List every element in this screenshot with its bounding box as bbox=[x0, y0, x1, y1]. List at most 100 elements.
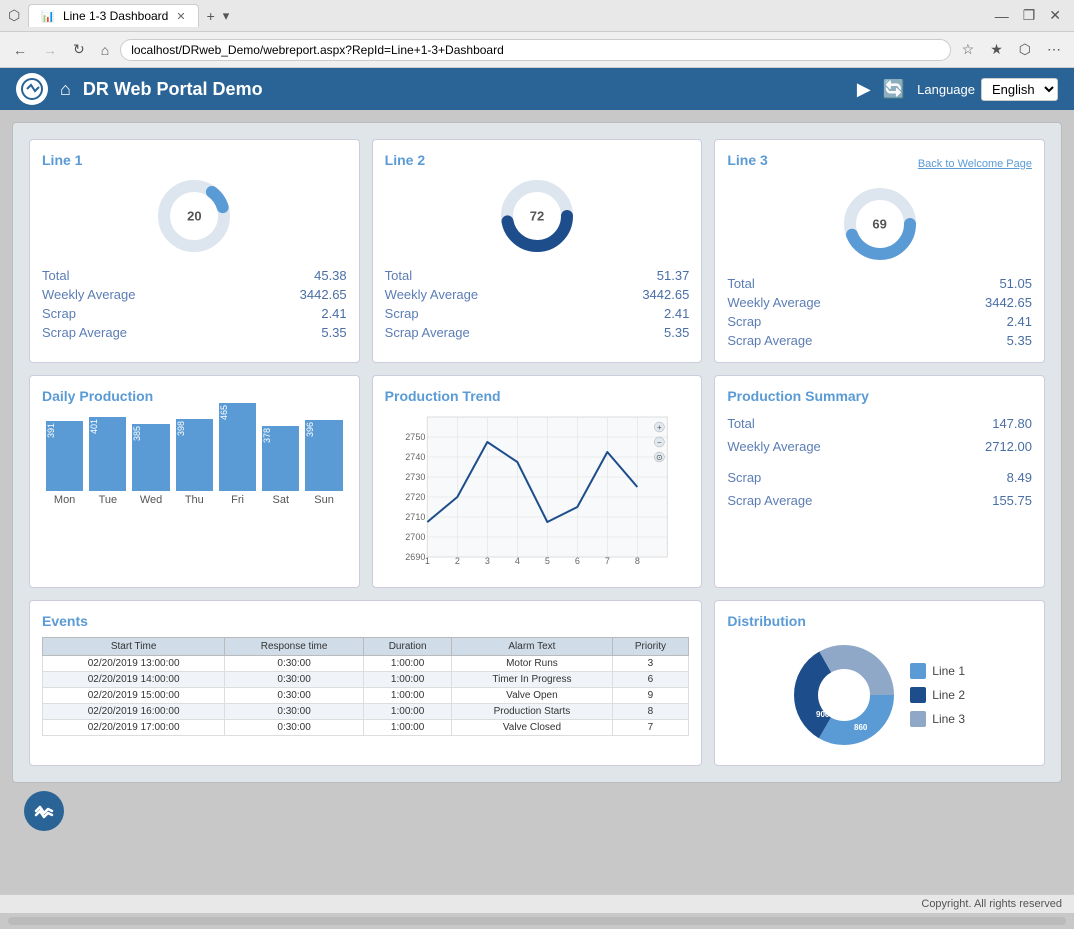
table-cell: 02/20/2019 15:00:00 bbox=[43, 688, 225, 704]
svg-text:6: 6 bbox=[574, 556, 579, 566]
table-cell: 6 bbox=[612, 672, 689, 688]
col-priority: Priority bbox=[612, 638, 689, 656]
close-button[interactable]: ✕ bbox=[1044, 5, 1066, 26]
bar-value-label: 396 bbox=[305, 422, 342, 439]
table-cell: 0:30:00 bbox=[225, 656, 364, 672]
bar: 401 bbox=[89, 417, 126, 491]
bar-wrapper: 385 Wed bbox=[132, 424, 169, 506]
bar-wrapper: 391 Mon bbox=[46, 421, 83, 506]
line1-donut-container: 20 bbox=[42, 176, 347, 256]
table-cell: 3 bbox=[612, 656, 689, 672]
bar-value-label: 391 bbox=[46, 423, 83, 440]
language-label: Language bbox=[917, 82, 975, 97]
language-select[interactable]: English bbox=[981, 78, 1058, 101]
svg-text:3: 3 bbox=[484, 556, 489, 566]
line2-donut: 72 bbox=[497, 176, 577, 256]
browser-tab[interactable]: 📊 Line 1-3 Dashboard ✕ bbox=[28, 4, 198, 27]
svg-text:1: 1 bbox=[424, 556, 429, 566]
home-button[interactable]: ⌂ bbox=[96, 40, 114, 60]
table-cell: 0:30:00 bbox=[225, 672, 364, 688]
bottom-logo bbox=[24, 791, 64, 831]
bar-day-label: Tue bbox=[99, 494, 118, 506]
horizontal-scrollbar[interactable] bbox=[0, 913, 1074, 929]
back-button[interactable]: ← bbox=[8, 40, 32, 60]
table-cell: 0:30:00 bbox=[225, 688, 364, 704]
table-cell: 1:00:00 bbox=[363, 720, 451, 736]
bar-value-label: 378 bbox=[262, 428, 299, 445]
back-to-welcome-link[interactable]: Back to Welcome Page bbox=[918, 158, 1032, 170]
restore-button[interactable]: ❐ bbox=[1018, 5, 1041, 26]
language-section: Language English bbox=[917, 78, 1058, 101]
legend-color-line1 bbox=[910, 663, 926, 679]
production-summary-stats: Total147.80 Weekly Average2712.00 Scrap8… bbox=[727, 412, 1032, 512]
line1-stats: Total45.38 Weekly Average3442.65 Scrap2.… bbox=[42, 266, 347, 342]
play-button[interactable]: ▶ bbox=[857, 79, 871, 100]
distribution-card: Distribution 900 860 bbox=[714, 600, 1045, 766]
bar: 385 bbox=[132, 424, 169, 491]
svg-text:2700: 2700 bbox=[405, 532, 425, 542]
table-cell: 02/20/2019 16:00:00 bbox=[43, 704, 225, 720]
svg-text:7: 7 bbox=[604, 556, 609, 566]
refresh-button[interactable]: ↻ bbox=[68, 39, 90, 60]
production-summary-title: Production Summary bbox=[727, 388, 1032, 404]
browser-toolbar: ← → ↻ ⌂ ☆ ★ ⬡ ⋯ bbox=[0, 32, 1074, 68]
line3-donut-container: 69 bbox=[727, 184, 1032, 264]
new-tab-button[interactable]: + bbox=[199, 4, 223, 28]
browser-footer: Copyright. All rights reserved bbox=[0, 894, 1074, 913]
daily-production-title: Daily Production bbox=[42, 388, 347, 404]
svg-text:2: 2 bbox=[454, 556, 459, 566]
line3-title: Line 3 bbox=[727, 152, 767, 168]
share-button[interactable]: ⬡ bbox=[1014, 39, 1036, 60]
header-refresh-button[interactable]: 🔄 bbox=[883, 79, 905, 100]
bar-value-label: 385 bbox=[132, 426, 169, 443]
production-trend-card: Production Trend 2750 2740 2730 27 bbox=[372, 375, 703, 588]
bookmark-button[interactable]: ☆ bbox=[957, 39, 980, 60]
bar-day-label: Wed bbox=[140, 494, 162, 506]
svg-text:860: 860 bbox=[854, 723, 868, 732]
legend-label-line2: Line 2 bbox=[932, 688, 965, 702]
svg-text:900: 900 bbox=[816, 710, 830, 719]
distribution-title: Distribution bbox=[727, 613, 1032, 629]
events-table: Start Time Response time Duration Alarm … bbox=[42, 637, 689, 736]
browser-titlebar: ⬡ 📊 Line 1-3 Dashboard ✕ + ▾ — ❐ ✕ bbox=[0, 0, 1074, 32]
bar: 391 bbox=[46, 421, 83, 491]
tab-favicon: 📊 bbox=[41, 10, 55, 23]
svg-text:2720: 2720 bbox=[405, 492, 425, 502]
distribution-legend: Line 1 Line 2 Line 3 bbox=[910, 663, 965, 727]
legend-line3: Line 3 bbox=[910, 711, 965, 727]
legend-label-line3: Line 3 bbox=[932, 712, 965, 726]
line3-donut: 69 bbox=[840, 184, 920, 264]
dashboard-container: Line 1 20 Total45.38 Weekly Average3442.… bbox=[12, 122, 1062, 783]
line2-title: Line 2 bbox=[385, 152, 690, 168]
svg-text:2690: 2690 bbox=[405, 552, 425, 562]
address-bar[interactable] bbox=[120, 39, 950, 61]
bar: 398 bbox=[176, 419, 213, 491]
table-row: 02/20/2019 13:00:000:30:001:00:00Motor R… bbox=[43, 656, 689, 672]
col-alarm-text: Alarm Text bbox=[452, 638, 612, 656]
table-cell: 8 bbox=[612, 704, 689, 720]
main-content: Line 1 20 Total45.38 Weekly Average3442.… bbox=[0, 110, 1074, 894]
legend-label-line1: Line 1 bbox=[932, 664, 965, 678]
tab-close-button[interactable]: ✕ bbox=[176, 10, 185, 23]
minimize-button[interactable]: — bbox=[990, 5, 1014, 26]
bar-day-label: Mon bbox=[54, 494, 75, 506]
col-duration: Duration bbox=[363, 638, 451, 656]
bar-wrapper: 465Fri bbox=[219, 403, 256, 506]
line-chart-container: 2750 2740 2730 2720 2710 2700 2690 1 2 3… bbox=[385, 412, 690, 575]
bar-wrapper: 401 Tue bbox=[89, 417, 126, 506]
table-cell: 1:00:00 bbox=[363, 688, 451, 704]
tab-title: Line 1-3 Dashboard bbox=[63, 9, 168, 23]
forward-button[interactable]: → bbox=[38, 40, 62, 60]
svg-text:⊙: ⊙ bbox=[656, 453, 663, 462]
line-chart-svg: 2750 2740 2730 2720 2710 2700 2690 1 2 3… bbox=[385, 412, 690, 572]
settings-button[interactable]: ⋯ bbox=[1042, 39, 1066, 60]
bar-value-label: 401 bbox=[89, 419, 126, 436]
line3-stats: Total51.05 Weekly Average3442.65 Scrap2.… bbox=[727, 274, 1032, 350]
production-trend-title: Production Trend bbox=[385, 388, 690, 404]
star-button[interactable]: ★ bbox=[985, 39, 1008, 60]
line1-card: Line 1 20 Total45.38 Weekly Average3442.… bbox=[29, 139, 360, 363]
home-nav-button[interactable]: ⌂ bbox=[60, 79, 71, 100]
svg-text:2740: 2740 bbox=[405, 452, 425, 462]
table-cell: 1:00:00 bbox=[363, 704, 451, 720]
bar-value-label: 398 bbox=[176, 421, 213, 438]
